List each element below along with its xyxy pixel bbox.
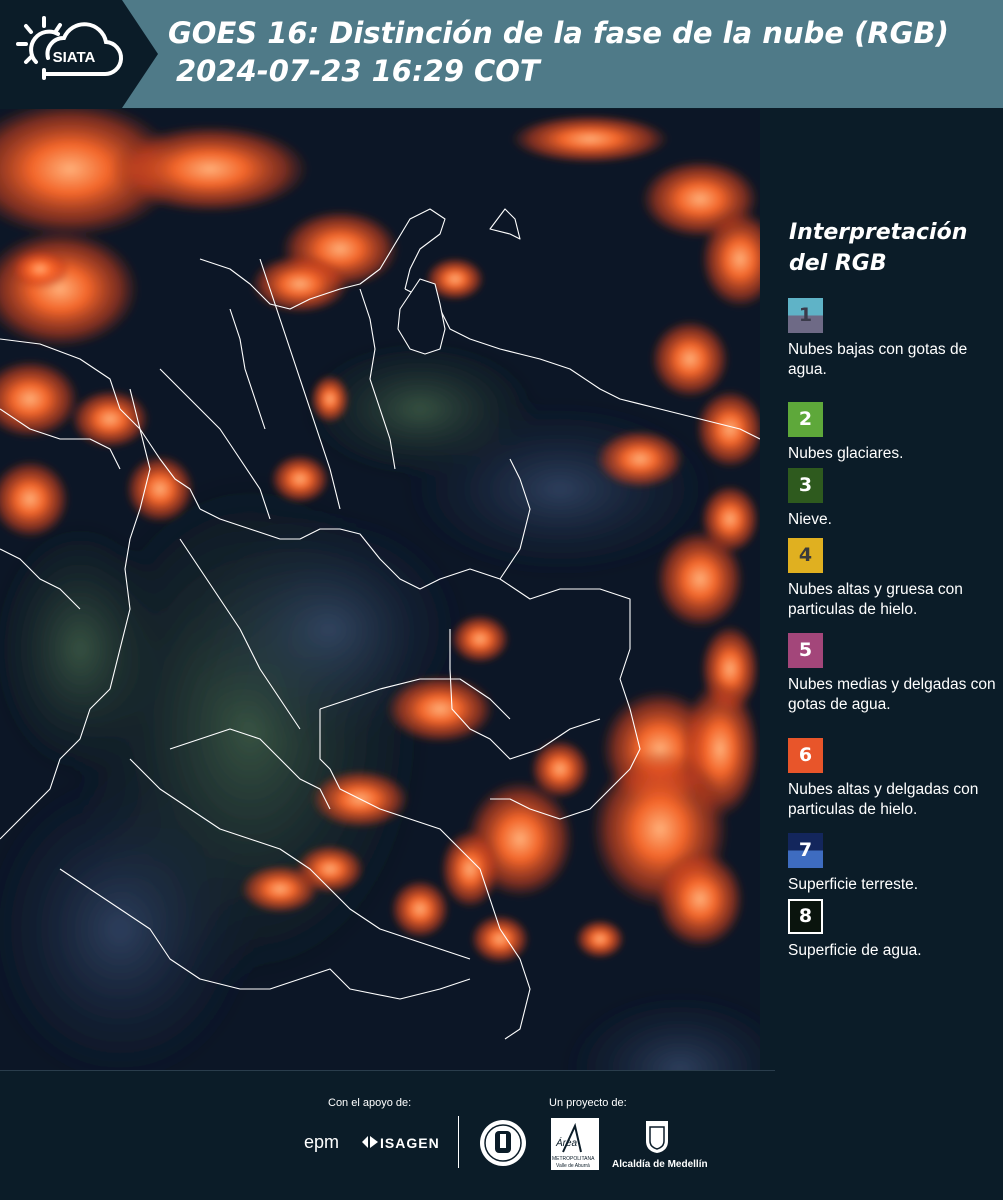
legend-swatch-number: 2 <box>798 408 813 430</box>
legend-item-7: 7 Superficie terreste. <box>788 833 1000 895</box>
legend-label: Superficie de agua. <box>788 942 922 959</box>
legend-swatch-1: 1 <box>788 298 823 333</box>
legend-item-1: 1 Nubes bajas con gotas de agua. <box>788 298 1000 380</box>
area-logo-script: Área <box>556 1138 578 1149</box>
title-line-1: GOES 16: Distinción de la fase de la nub… <box>168 16 949 50</box>
siata-logo: SIATA <box>16 16 123 80</box>
legend-title-line-2: del RGB <box>789 251 887 276</box>
seal-logo <box>480 1120 526 1166</box>
support-label: Con el apoyo de: <box>328 1097 412 1109</box>
legend-title: Interpretación del RGB <box>789 217 967 279</box>
legend-swatch-2: 2 <box>788 402 823 437</box>
legend-item-5: 5 Nubes medias y delgadas con gotas de ag… <box>788 633 1000 715</box>
footer-vertical-divider <box>458 1116 459 1168</box>
legend-swatch-number: 5 <box>798 639 813 661</box>
page-title: GOES 16: Distinción de la fase de la nub… <box>168 14 949 90</box>
legend-label: Nubes medias y delgadas con gotas de agu… <box>788 676 996 713</box>
legend-swatch-number: 6 <box>798 744 813 766</box>
legend-item-2: 2 Nubes glaciares. <box>788 402 1000 464</box>
isagen-logo-icon <box>362 1136 378 1148</box>
legend-label: Nubes altas y gruesa con particulas de h… <box>788 581 963 618</box>
legend-label: Nieve. <box>788 511 832 528</box>
legend-label: Nubes glaciares. <box>788 445 904 462</box>
legend-item-8: 8 Superficie de agua. <box>788 899 1000 961</box>
area-logo-line1: METROPOLITANA <box>552 1156 595 1162</box>
legend-label: Nubes bajas con gotas de agua. <box>788 341 968 378</box>
isagen-logo: ISAGEN <box>380 1135 440 1151</box>
project-label: Un proyecto de: <box>549 1097 627 1109</box>
siata-logo-text: SIATA <box>53 49 96 66</box>
alcaldia-logo: Alcaldía de Medellín <box>612 1159 708 1170</box>
legend-swatch-number: 3 <box>798 474 813 496</box>
title-line-2: 2024-07-23 16:29 COT <box>176 54 540 88</box>
legend-swatch-5: 5 <box>788 633 823 668</box>
footer: Con el apoyo de: Un proyecto de: epm ISA… <box>0 1070 1003 1200</box>
legend-label: Nubes altas y delgadas con particulas de… <box>788 781 979 818</box>
legend-swatch-7: 7 <box>788 833 823 868</box>
legend-swatch-4: 4 <box>788 538 823 573</box>
legend-title-line-1: Interpretación <box>789 220 968 245</box>
legend-label: Superficie terreste. <box>788 876 919 893</box>
legend-swatch-6: 6 <box>788 738 823 773</box>
satellite-map[interactable] <box>0 109 760 1070</box>
legend-swatch-number: 1 <box>798 304 813 326</box>
legend-item-4: 4 Nubes altas y gruesa con particulas de … <box>788 538 1000 620</box>
legend-swatch-3: 3 <box>788 468 823 503</box>
legend-item-6: 6 Nubes altas y delgadas con particulas d… <box>788 738 1000 820</box>
legend-item-3: 3 Nieve. <box>788 468 1000 530</box>
legend-swatch-number: 8 <box>798 905 813 927</box>
area-logo-line2: Valle de Aburrá <box>556 1163 590 1169</box>
epm-logo: epm <box>304 1132 340 1152</box>
header: SIATA GOES 16: Distinción de la fase de … <box>0 0 1003 108</box>
legend-swatch-number: 4 <box>798 544 813 566</box>
footer-divider-line <box>0 1070 775 1071</box>
legend-panel: Interpretación del RGB 1 Nubes bajas con … <box>760 109 1003 1070</box>
legend-swatch-number: 7 <box>798 839 813 861</box>
alcaldia-shield-logo <box>646 1121 668 1153</box>
legend-swatch-8: 8 <box>788 899 823 934</box>
satellite-image <box>0 109 760 1070</box>
